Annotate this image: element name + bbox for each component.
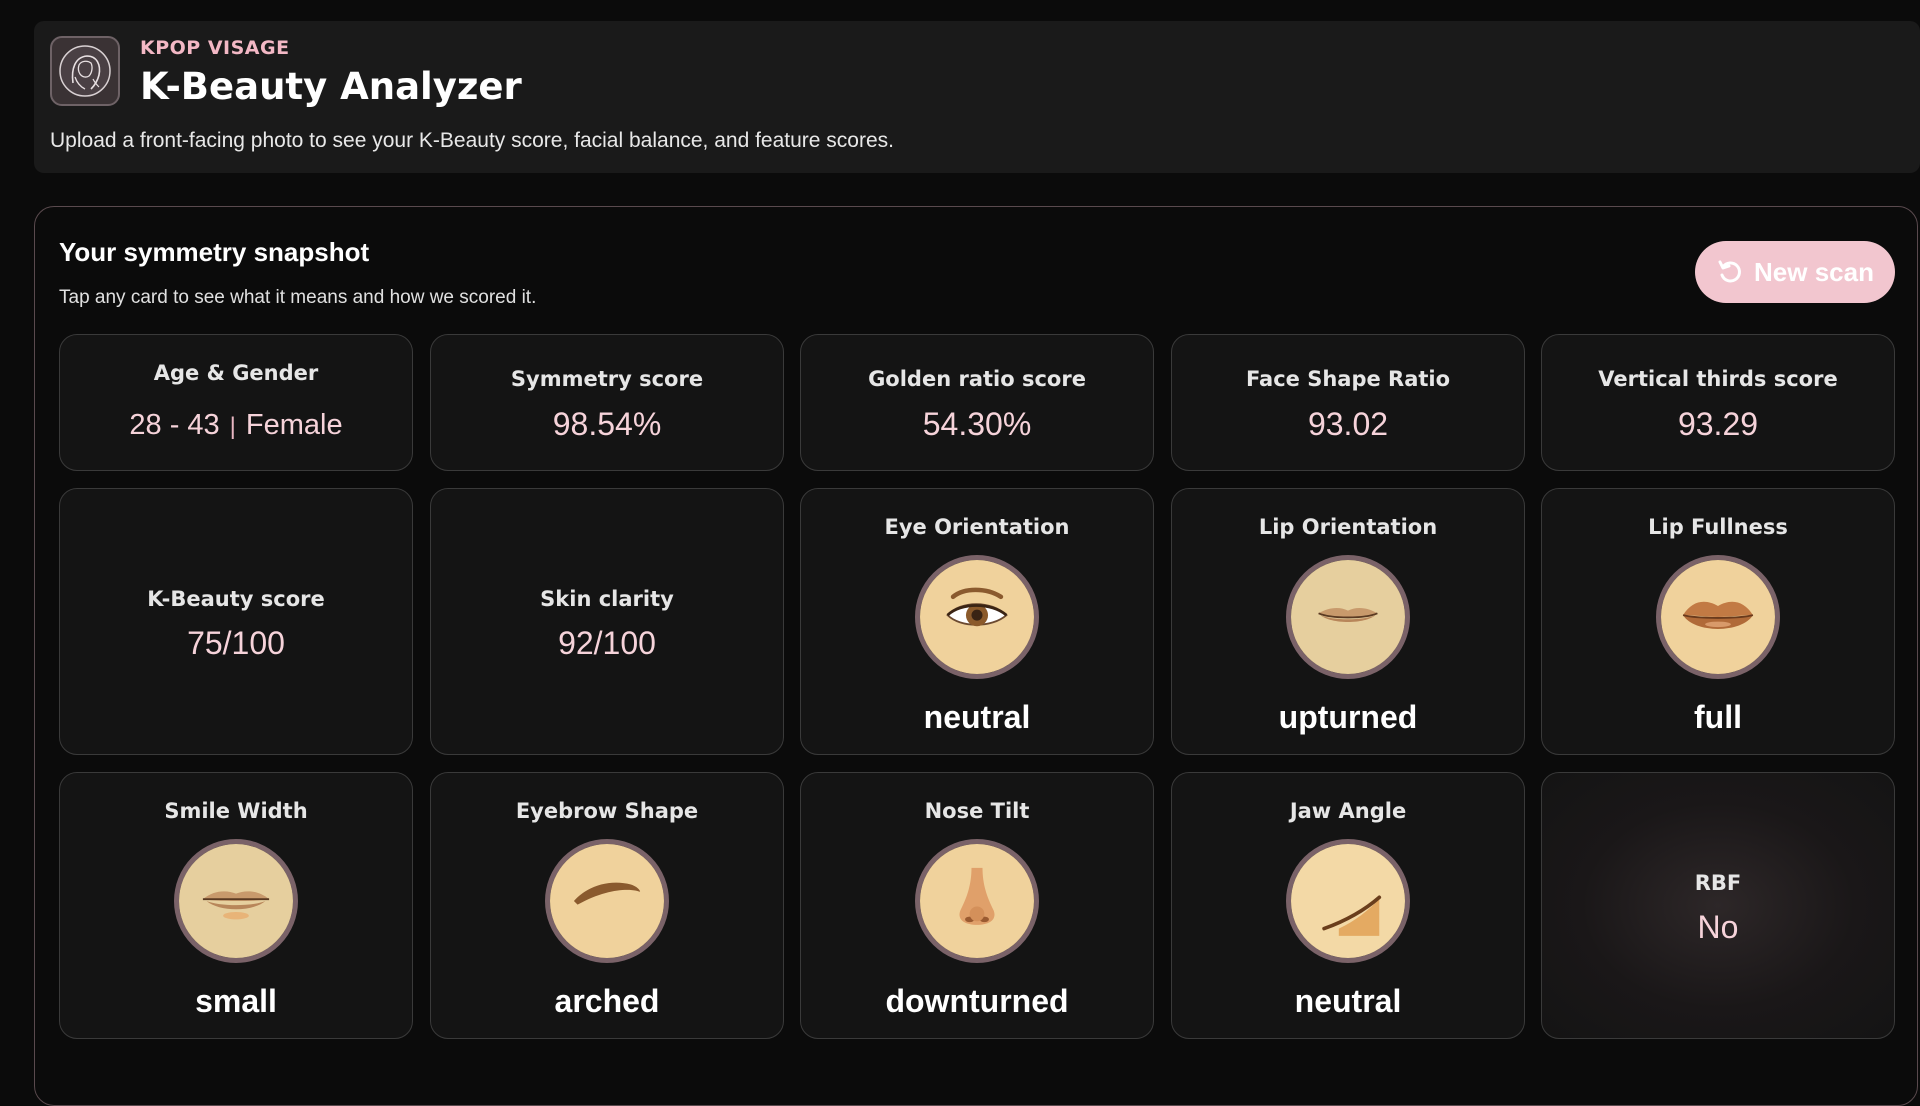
card-label: Vertical thirds score	[1598, 367, 1838, 391]
lip-orientation-card[interactable]: Lip Orientation upturned	[1171, 488, 1525, 755]
card-value: small	[195, 983, 277, 1019]
age-range: 28 - 43	[129, 409, 220, 441]
snapshot-title: Your symmetry snapshot	[59, 237, 370, 267]
app-logo	[50, 36, 120, 106]
card-value: neutral	[1294, 983, 1402, 1019]
card-label: Lip Orientation	[1258, 515, 1438, 539]
card-label: Eye Orientation	[884, 515, 1070, 539]
card-label: Jaw Angle	[1289, 799, 1407, 823]
eyebrow-shape-card[interactable]: Eyebrow Shape arched	[430, 772, 784, 1039]
smile-width-card[interactable]: Smile Width small	[59, 772, 413, 1039]
card-label: Lip Fullness	[1648, 515, 1788, 539]
full-lips-icon	[1656, 555, 1780, 679]
card-value: 75/100	[187, 625, 285, 661]
snapshot-panel: Your symmetry snapshot Tap any card to s…	[34, 206, 1918, 1106]
lip-fullness-card[interactable]: Lip Fullness full	[1541, 488, 1895, 755]
card-label: Nose Tilt	[924, 799, 1030, 823]
card-value: No	[1697, 909, 1739, 945]
tagline: Upload a front-facing photo to see your …	[50, 129, 894, 152]
card-label: Symmetry score	[510, 367, 704, 391]
brand-label: KPOP VISAGE	[140, 37, 290, 59]
card-value: full	[1694, 699, 1742, 735]
woman-portrait-icon	[59, 45, 111, 97]
age-gender-value: 28 - 43 | Female	[60, 409, 412, 442]
card-label: Eyebrow Shape	[515, 799, 699, 823]
rbf-card[interactable]: RBF No	[1541, 772, 1895, 1039]
card-value: upturned	[1278, 699, 1418, 735]
refresh-icon	[1718, 260, 1741, 283]
card-value: arched	[554, 983, 660, 1019]
new-scan-button[interactable]: New scan	[1695, 241, 1895, 303]
app-header: KPOP VISAGE K-Beauty Analyzer Upload a f…	[34, 21, 1920, 173]
card-label: Smile Width	[164, 799, 308, 823]
small-smile-icon	[174, 839, 298, 963]
jaw-angle-card[interactable]: Jaw Angle neutral	[1171, 772, 1525, 1039]
symmetry-score-card[interactable]: Symmetry score 98.54%	[430, 334, 784, 471]
gender: Female	[245, 409, 343, 441]
skin-clarity-card[interactable]: Skin clarity 92/100	[430, 488, 784, 755]
eye-icon	[915, 555, 1039, 679]
nose-tilt-card[interactable]: Nose Tilt downturned	[800, 772, 1154, 1039]
app-title: K-Beauty Analyzer	[140, 65, 522, 108]
vertical-thirds-card[interactable]: Vertical thirds score 93.29	[1541, 334, 1895, 471]
card-label: RBF	[1694, 871, 1742, 895]
card-label: K-Beauty score	[147, 587, 325, 611]
eye-orientation-card[interactable]: Eye Orientation neutral	[800, 488, 1154, 755]
lips-upturned-icon	[1286, 555, 1410, 679]
card-value: 93.29	[1677, 406, 1759, 442]
card-label: Age & Gender	[153, 361, 319, 385]
age-gender-separator: |	[229, 413, 236, 440]
card-value: 93.02	[1307, 406, 1389, 442]
card-label: Golden ratio score	[868, 367, 1086, 391]
jaw-icon	[1286, 839, 1410, 963]
card-value: 98.54%	[552, 406, 662, 442]
arched-eyebrow-icon	[545, 839, 669, 963]
card-value: 54.30%	[922, 406, 1032, 442]
card-value: 92/100	[558, 625, 656, 661]
new-scan-label: New scan	[1754, 256, 1874, 287]
card-value: downturned	[885, 983, 1069, 1019]
golden-ratio-card[interactable]: Golden ratio score 54.30%	[800, 334, 1154, 471]
nose-icon	[915, 839, 1039, 963]
card-value: neutral	[923, 699, 1031, 735]
face-shape-ratio-card[interactable]: Face Shape Ratio 93.02	[1171, 334, 1525, 471]
age-gender-card[interactable]: Age & Gender 28 - 43 | Female	[59, 334, 413, 471]
snapshot-subtitle: Tap any card to see what it means and ho…	[59, 287, 537, 308]
card-label: Face Shape Ratio	[1245, 367, 1451, 391]
card-label: Skin clarity	[540, 587, 674, 611]
kbeauty-score-card[interactable]: K-Beauty score 75/100	[59, 488, 413, 755]
